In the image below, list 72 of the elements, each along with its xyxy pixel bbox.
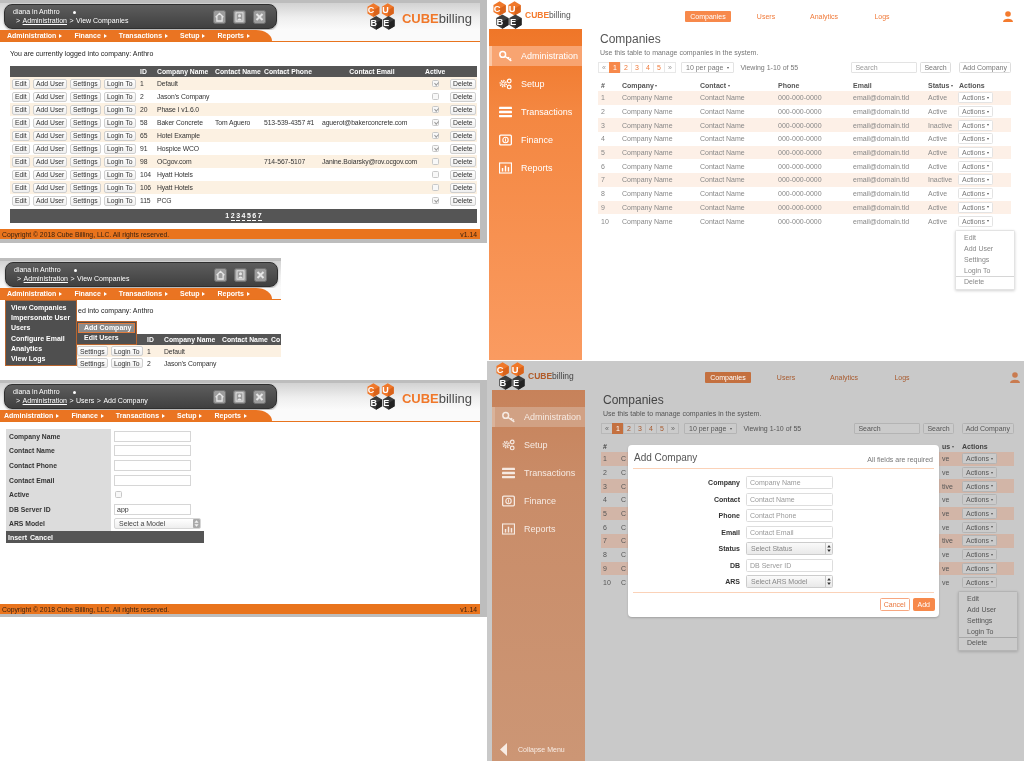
checkbox[interactable] [432, 80, 439, 87]
banknote-icon [502, 495, 515, 507]
caret-icon [202, 291, 206, 296]
caret-icon [103, 291, 107, 296]
cube-logo: C U B E [493, 0, 523, 29]
dot-icon [73, 268, 77, 272]
caret-icon [100, 413, 104, 418]
text-field[interactable] [114, 474, 191, 486]
dot-icon [72, 390, 76, 394]
text-field[interactable] [114, 430, 191, 442]
cube-logo: C U B E [366, 3, 396, 30]
checkbox[interactable] [432, 119, 439, 126]
text-field[interactable] [114, 445, 191, 457]
person-icon[interactable] [233, 389, 246, 404]
checkbox[interactable] [432, 184, 439, 191]
sidebar-item[interactable]: Transactions [492, 463, 585, 483]
person-icon[interactable] [234, 267, 247, 282]
caret-icon [103, 33, 107, 38]
bar-chart-icon [502, 523, 515, 535]
page-title: Companies [600, 32, 661, 46]
user-icon[interactable] [1010, 372, 1020, 383]
home-icon[interactable] [214, 267, 227, 282]
close-icon[interactable] [253, 9, 266, 24]
caret-icon [59, 33, 63, 38]
page-title: Companies [603, 393, 664, 407]
brand-wordmark: CUBEbilling [525, 9, 571, 20]
person-icon[interactable] [233, 9, 246, 24]
caret-icon [246, 33, 250, 38]
caret-icon [162, 413, 166, 418]
checkbox[interactable] [432, 132, 439, 139]
modal-title: Add Company [634, 452, 698, 464]
checkbox[interactable] [432, 106, 439, 113]
sidebar-item[interactable]: Setup [492, 435, 585, 455]
gears-icon [502, 439, 515, 451]
checkbox[interactable] [115, 491, 122, 499]
stepper-icon [193, 519, 200, 529]
brand-wordmark: CUBEbilling [401, 11, 472, 26]
cube-logo: C U B E [366, 383, 396, 410]
caret-icon [246, 291, 250, 296]
caret-icon [165, 33, 169, 38]
stepper-icon [825, 543, 832, 554]
gears-icon [499, 78, 512, 90]
list-icon [499, 106, 512, 118]
close-icon[interactable] [253, 389, 266, 404]
stepper-icon [825, 576, 832, 587]
left-triangle-icon [500, 742, 507, 756]
text-field[interactable] [114, 460, 191, 471]
close-icon[interactable] [254, 267, 267, 282]
checkbox[interactable] [432, 171, 439, 178]
caret-icon [165, 291, 169, 296]
bar-chart-icon [499, 162, 512, 174]
checkbox[interactable] [432, 93, 439, 100]
caret-icon [202, 33, 206, 38]
brand-wordmark: CUBEbilling [401, 391, 472, 406]
banknote-icon [499, 134, 512, 146]
caret-icon [59, 291, 63, 296]
home-icon[interactable] [213, 389, 226, 404]
checkbox[interactable] [432, 145, 439, 152]
key-icon [502, 411, 515, 423]
checkbox[interactable] [432, 197, 439, 204]
brand-wordmark: CUBEbilling [528, 370, 574, 381]
caret-icon [199, 413, 203, 418]
user-icon[interactable] [1003, 11, 1013, 22]
key-icon [499, 50, 512, 62]
caret-icon [243, 413, 247, 418]
caret-icon [56, 413, 60, 418]
cube-logo: C U B E [496, 361, 526, 390]
checkbox[interactable] [432, 158, 439, 165]
list-icon [502, 467, 515, 479]
dot-icon [72, 10, 76, 14]
home-icon[interactable] [213, 9, 226, 24]
sidebar-item[interactable]: Setup [489, 74, 582, 94]
